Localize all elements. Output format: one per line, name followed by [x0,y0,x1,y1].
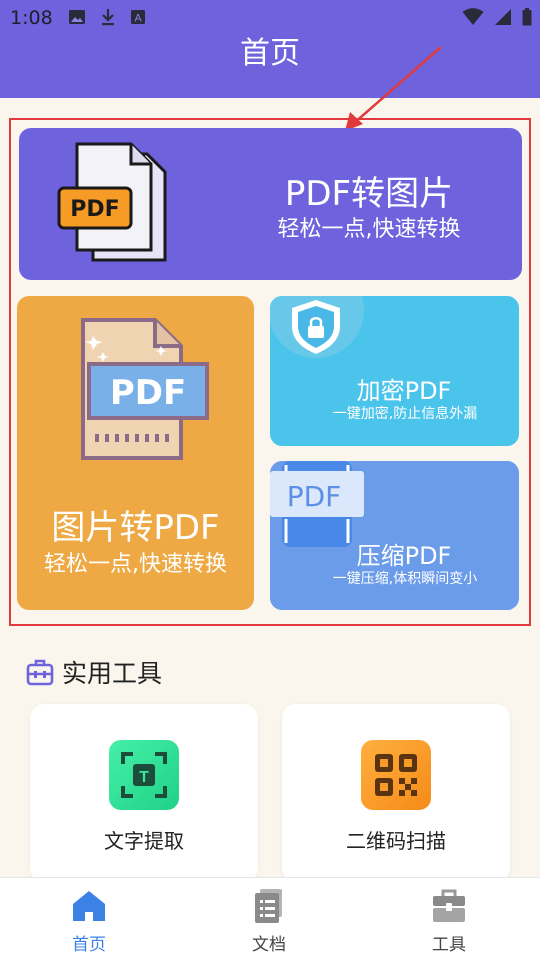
svg-text:T: T [139,769,149,786]
nav-label-tools: 工具 [432,935,466,955]
battery-icon [522,8,532,26]
home-icon [73,891,105,921]
image-to-pdf-subtitle: 轻松一点,快速转换 [44,552,227,577]
image-to-pdf-card[interactable]: PDF 图片转PDF 轻松一点,快速转换 [17,296,254,610]
status-time: 1:08 [10,7,53,29]
nav-label-home: 首页 [72,935,106,955]
nav-item-tools[interactable]: 工具 [399,888,499,955]
pdf-to-image-title: PDF转图片 [284,174,454,214]
page-title: 首页 [240,36,300,71]
text-extract-tool[interactable]: T 文字提取 [30,704,258,882]
app-header: 1:08 A 首页 [0,0,540,98]
compress-pdf-subtitle: 一键压缩,体积瞬间变小 [332,571,478,587]
svg-text:A: A [134,13,142,25]
annotation-arrow [345,46,442,131]
status-icons-left: A [68,8,146,26]
pdf-file-icon: PDF [57,142,167,262]
text-extract-label: 文字提取 [104,829,184,853]
image-icon [69,10,85,24]
qr-scan-label: 二维码扫描 [346,829,446,853]
encrypt-pdf-card[interactable]: 加密PDF 一键加密,防止信息外漏 [270,296,519,446]
encrypt-pdf-subtitle: 一键加密,防止信息外漏 [332,406,478,422]
compress-pdf-title: 压缩PDF [356,542,452,570]
qr-scan-tool[interactable]: 二维码扫描 [282,704,510,882]
toolbox-icon [433,889,465,922]
pdf-document-icon: PDF [81,318,209,460]
download-icon [102,9,114,26]
wifi-icon [462,8,484,25]
pdf-badge-text: PDF [70,197,119,222]
nav-item-home[interactable]: 首页 [39,888,139,955]
image-to-pdf-title: 图片转PDF [51,508,220,548]
document-icon [255,889,282,923]
compress-pdf-card[interactable]: PDF 压缩PDF 一键压缩,体积瞬间变小 [270,461,519,610]
signal-icon [495,9,511,25]
status-icons-right [462,8,532,26]
pdf-to-image-card[interactable]: PDF PDF转图片 轻松一点,快速转换 [19,128,522,280]
pdf-badge-text: PDF [110,373,186,413]
nav-label-documents: 文档 [252,935,286,955]
tools-section-title: 实用工具 [62,659,163,688]
pdf-badge-text: PDF [287,480,342,513]
encrypt-pdf-title: 加密PDF [356,377,452,405]
font-a-icon: A [131,10,145,25]
shield-lock-icon [270,296,364,358]
qr-code-icon [361,740,431,810]
pdf-to-image-subtitle: 轻松一点,快速转换 [277,217,461,242]
bottom-nav: 首页 文档 工具 [0,877,540,960]
tools-section-header: 实用工具 [26,654,162,690]
toolkit-icon [26,659,54,686]
nav-item-documents[interactable]: 文档 [219,888,319,955]
text-scan-icon: T [109,740,179,810]
